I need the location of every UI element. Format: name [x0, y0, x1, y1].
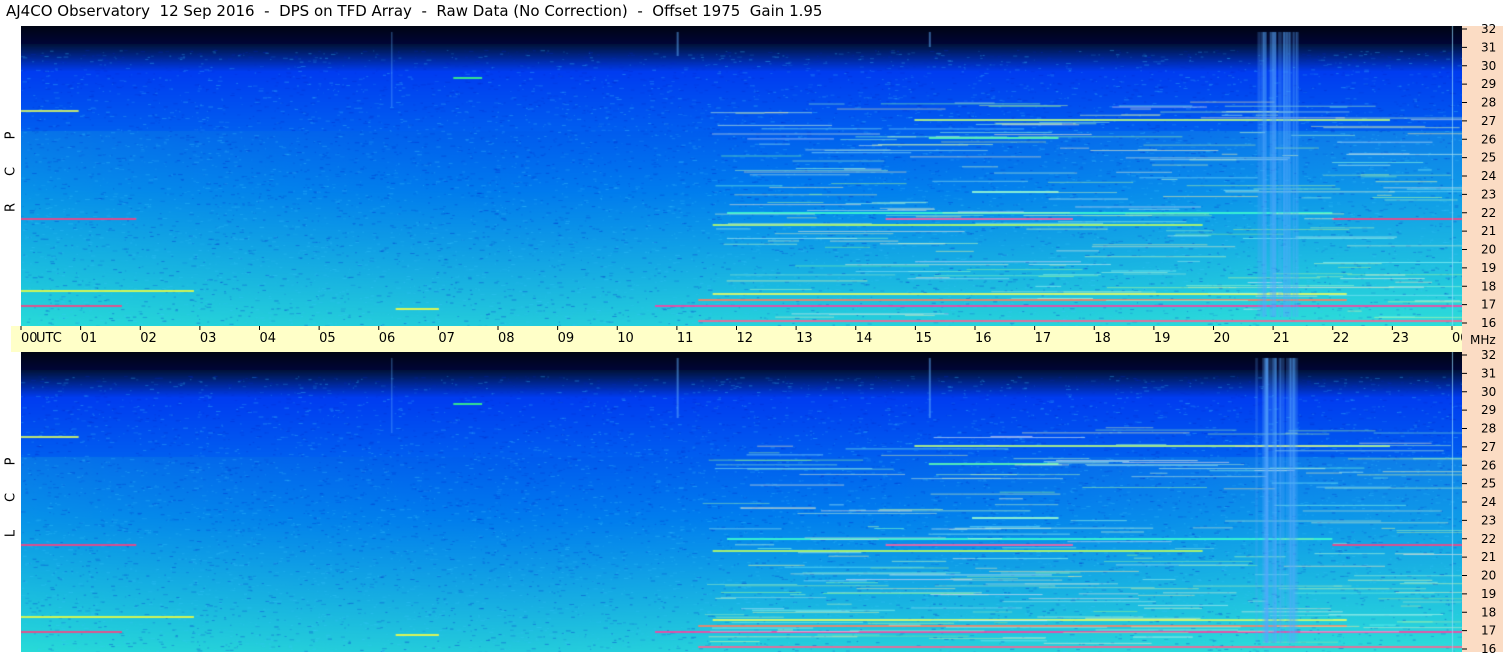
- lcp-letter-p: P: [3, 457, 19, 466]
- time-label-21: 21: [1273, 331, 1290, 346]
- time-label-11: 11: [676, 331, 694, 346]
- lcp-frequency-axis: [1462, 352, 1503, 652]
- rcp-frequency-axis: [1462, 26, 1503, 326]
- time-label-1: 01: [80, 331, 98, 346]
- time-label-3: 03: [199, 331, 217, 346]
- time-label-16: 16: [975, 331, 992, 346]
- rcp-letter-p: P: [3, 131, 19, 140]
- time-label-9: 09: [557, 331, 575, 346]
- time-label-14: 14: [855, 331, 873, 346]
- time-label-20: 20: [1213, 331, 1231, 346]
- time-label-7: 07: [438, 331, 455, 346]
- time-label-2: 02: [140, 331, 157, 346]
- time-label-12: 12: [736, 331, 754, 346]
- time-axis-corner: [1462, 326, 1503, 352]
- lcp-letter-c: C: [3, 492, 19, 503]
- rcp-heatmap: [21, 26, 1462, 326]
- time-label-4: 04: [259, 331, 277, 346]
- time-label-15: 15: [915, 331, 932, 346]
- lcp-heatmap: [21, 352, 1462, 652]
- rcp-label: P C R: [0, 120, 20, 230]
- rcp-letter-c: C: [3, 166, 19, 177]
- time-label-22: 22: [1332, 331, 1350, 346]
- time-label-13: 13: [796, 331, 813, 346]
- time-label-18: 18: [1094, 331, 1111, 346]
- time-label-17: 17: [1034, 331, 1052, 346]
- time-label-8: 08: [498, 331, 515, 346]
- lcp-spectrogram: [21, 352, 1462, 652]
- lcp-label: P C L: [0, 446, 20, 556]
- rcp-letter-r: R: [3, 202, 19, 213]
- lcp-letter-l: L: [3, 529, 19, 538]
- time-label-23: 23: [1392, 331, 1409, 346]
- time-label-10: 10: [617, 331, 634, 346]
- time-unit-label: UTC: [36, 331, 62, 346]
- rcp-spectrogram: [21, 26, 1462, 326]
- time-label-5: 05: [319, 331, 336, 346]
- time-label-6: 06: [378, 331, 396, 346]
- time-label-19: 19: [1153, 331, 1171, 346]
- chart-title: AJ4CO Observatory 12 Sep 2016 - DPS on T…: [6, 2, 823, 20]
- time-axis: 00 01 02 03 04 05 06 07 08 09 10 11 12 13 14 15 16 17 18 19…: [11, 326, 1469, 352]
